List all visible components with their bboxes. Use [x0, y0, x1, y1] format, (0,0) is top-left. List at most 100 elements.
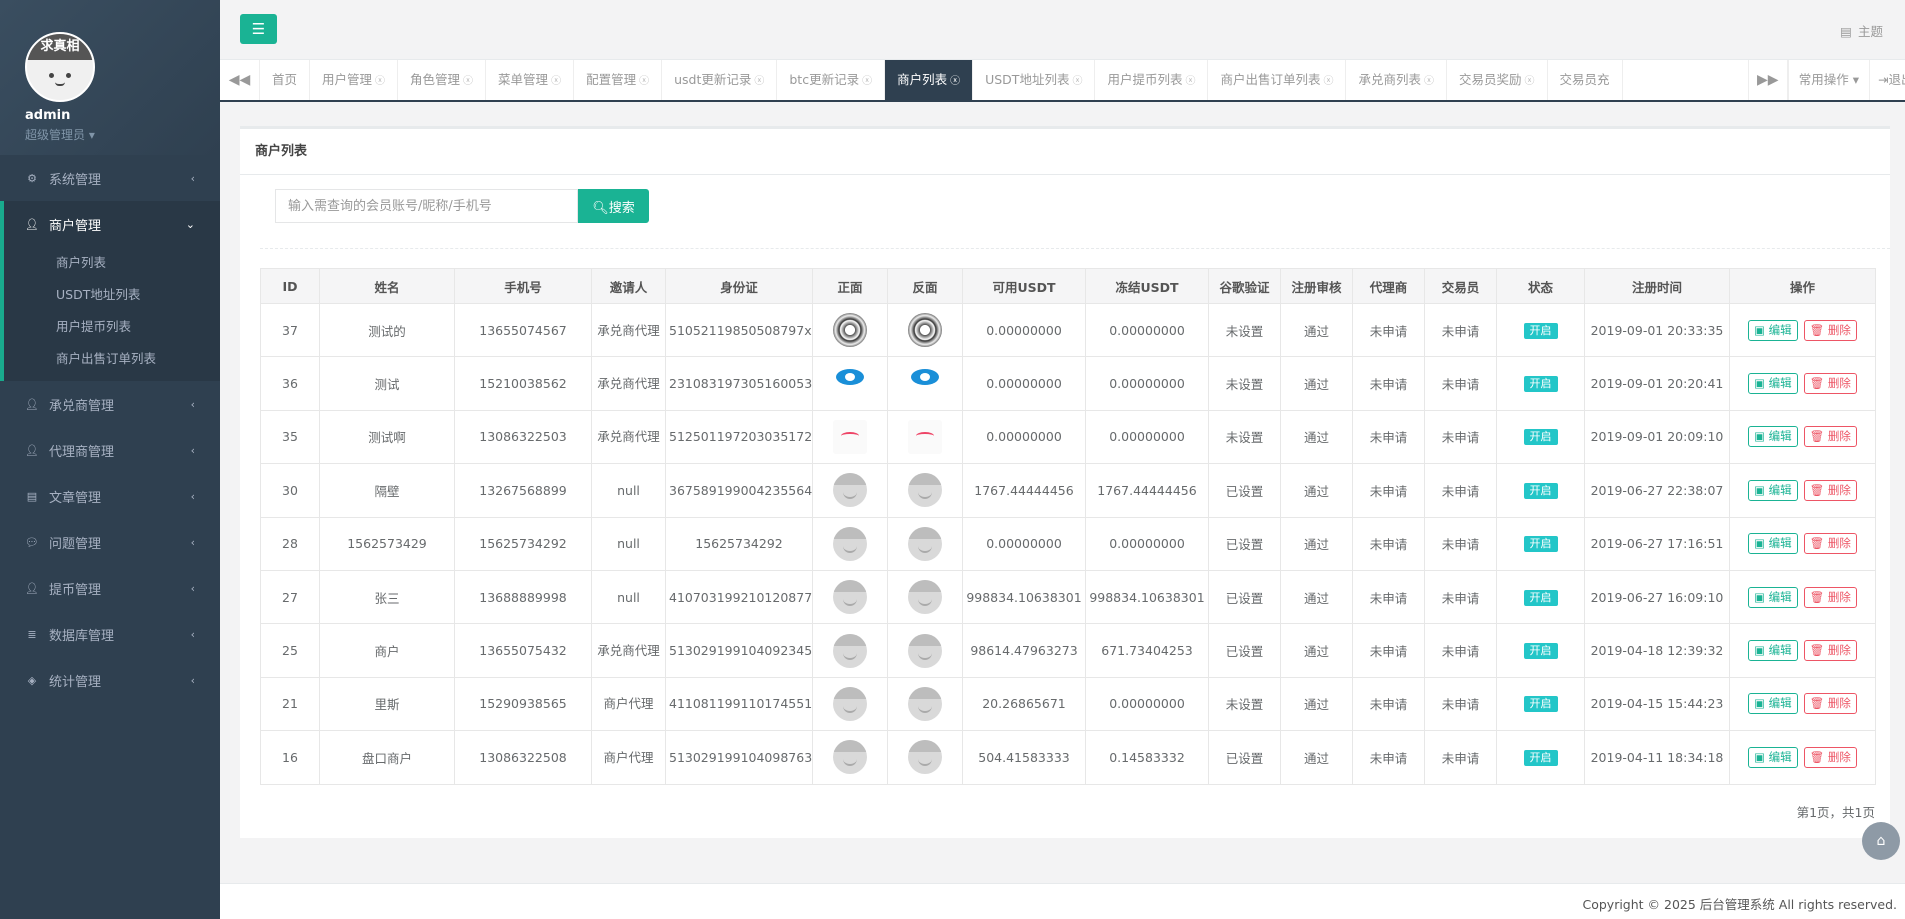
sidebar-item[interactable]: 👤︎ 商户管理 ⌄: [4, 201, 220, 247]
close-icon[interactable]: ⓧ: [950, 76, 960, 87]
home-button[interactable]: ⌂: [1862, 822, 1900, 860]
close-icon[interactable]: ⓧ: [862, 76, 872, 87]
id-front-image[interactable]: [833, 580, 867, 615]
tab-scroll-left-button[interactable]: ◀◀: [220, 60, 260, 100]
sidebar-subitem[interactable]: 商户出售订单列表: [4, 343, 220, 375]
tab[interactable]: 交易员充: [1548, 60, 1623, 100]
delete-button[interactable]: 🗑︎ 删除: [1803, 533, 1857, 555]
edit-button[interactable]: ▣ 编辑: [1748, 479, 1798, 501]
tab[interactable]: 配置管理 ⓧ: [574, 60, 663, 100]
sidebar-item-label: 文章管理: [49, 490, 102, 506]
close-icon[interactable]: ⓧ: [1185, 76, 1195, 87]
id-front-image[interactable]: [833, 313, 867, 348]
close-icon[interactable]: ⓧ: [754, 76, 764, 87]
id-back-image[interactable]: [908, 580, 942, 615]
role-dropdown[interactable]: 超级管理员 ▾: [25, 126, 220, 143]
status-badge[interactable]: 开启: [1523, 696, 1558, 713]
id-front-image[interactable]: [833, 473, 867, 508]
status-badge[interactable]: 开启: [1523, 322, 1558, 339]
sidebar-item[interactable]: 👤︎ 提币管理 ‹: [0, 565, 220, 611]
sidebar-item[interactable]: ≣ 数据库管理 ‹: [0, 611, 220, 657]
id-back-image[interactable]: [908, 686, 942, 721]
status-badge[interactable]: 开启: [1523, 482, 1558, 499]
id-front-image[interactable]: [833, 419, 867, 454]
cell-trader: 未申请: [1424, 569, 1497, 625]
sidebar-item[interactable]: 💬︎ 问题管理 ‹: [0, 519, 220, 565]
close-icon[interactable]: ⓧ: [375, 76, 385, 87]
id-back-image[interactable]: [908, 419, 942, 454]
logout-button[interactable]: ⇥退出: [1869, 60, 1905, 100]
delete-button[interactable]: 🗑︎ 删除: [1803, 746, 1857, 768]
sidebar-item[interactable]: 👤︎ 代理商管理 ‹: [0, 427, 220, 473]
close-icon[interactable]: ⓧ: [551, 76, 561, 87]
tab[interactable]: USDT地址列表 ⓧ: [973, 60, 1096, 100]
delete-button[interactable]: 🗑︎ 删除: [1803, 586, 1857, 608]
sidebar-item[interactable]: 👤︎ 承兑商管理 ‹: [0, 381, 220, 427]
sidebar-subitem[interactable]: 商户列表: [4, 247, 220, 279]
close-icon[interactable]: ⓧ: [1323, 76, 1333, 87]
common-operations-dropdown[interactable]: 常用操作 ▾: [1787, 60, 1869, 100]
tab[interactable]: 商户出售订单列表 ⓧ: [1208, 60, 1347, 100]
id-front-image[interactable]: [833, 366, 867, 401]
tab-label: 承兑商列表: [1358, 72, 1421, 87]
tab[interactable]: 菜单管理 ⓧ: [486, 60, 575, 100]
delete-button[interactable]: 🗑︎ 删除: [1803, 319, 1857, 341]
tab[interactable]: 承兑商列表 ⓧ: [1346, 60, 1447, 100]
delete-button[interactable]: 🗑︎ 删除: [1803, 426, 1857, 448]
id-back-image[interactable]: [908, 366, 942, 401]
tab-label: 用户管理: [322, 72, 373, 87]
close-icon[interactable]: ⓧ: [1424, 76, 1434, 87]
close-icon[interactable]: ⓧ: [1072, 76, 1082, 87]
search-input[interactable]: [275, 189, 578, 223]
status-badge[interactable]: 开启: [1523, 376, 1558, 393]
id-back-image[interactable]: [908, 526, 942, 561]
id-front-image[interactable]: [833, 633, 867, 668]
delete-label: 删除: [1827, 482, 1851, 497]
id-back-image[interactable]: [908, 740, 942, 775]
edit-button[interactable]: ▣ 编辑: [1748, 319, 1798, 341]
delete-button[interactable]: 🗑︎ 删除: [1803, 640, 1857, 662]
id-front-image[interactable]: [833, 686, 867, 721]
menu-toggle-button[interactable]: ☰: [240, 14, 277, 44]
search-button[interactable]: 🔍︎搜索: [578, 189, 649, 223]
avatar[interactable]: 求真相: [25, 32, 95, 102]
tab[interactable]: 交易员奖励 ⓧ: [1447, 60, 1548, 100]
status-badge[interactable]: 开启: [1523, 536, 1558, 553]
status-badge[interactable]: 开启: [1523, 643, 1558, 660]
id-back-image[interactable]: [908, 473, 942, 508]
id-back-image[interactable]: [908, 633, 942, 668]
tab-scroll-right-button[interactable]: ▶▶: [1747, 60, 1788, 100]
close-icon[interactable]: ⓧ: [463, 76, 473, 87]
tab[interactable]: usdt更新记录 ⓧ: [662, 60, 778, 100]
tab[interactable]: btc更新记录 ⓧ: [777, 60, 886, 100]
edit-button[interactable]: ▣ 编辑: [1748, 373, 1798, 395]
edit-button[interactable]: ▣ 编辑: [1748, 746, 1798, 768]
id-front-image[interactable]: [833, 526, 867, 561]
sidebar-subitem[interactable]: 用户提币列表: [4, 311, 220, 343]
delete-button[interactable]: 🗑︎ 删除: [1803, 373, 1857, 395]
tab[interactable]: 首页: [260, 60, 311, 100]
status-badge[interactable]: 开启: [1523, 589, 1558, 606]
tab[interactable]: 用户管理 ⓧ: [310, 60, 399, 100]
sidebar-item[interactable]: ▤ 文章管理 ‹: [0, 473, 220, 519]
sidebar-item[interactable]: ⚙ 系统管理 ‹: [0, 155, 220, 201]
delete-button[interactable]: 🗑︎ 删除: [1803, 479, 1857, 501]
id-front-image[interactable]: [833, 740, 867, 775]
edit-button[interactable]: ▣ 编辑: [1748, 426, 1798, 448]
edit-button[interactable]: ▣ 编辑: [1748, 693, 1798, 715]
tab[interactable]: 用户提币列表 ⓧ: [1095, 60, 1209, 100]
id-back-image[interactable]: [908, 313, 942, 348]
close-icon[interactable]: ⓧ: [639, 76, 649, 87]
status-badge[interactable]: 开启: [1523, 749, 1558, 766]
edit-button[interactable]: ▣ 编辑: [1748, 640, 1798, 662]
status-badge[interactable]: 开启: [1523, 429, 1558, 446]
tab[interactable]: 角色管理 ⓧ: [398, 60, 487, 100]
edit-button[interactable]: ▣ 编辑: [1748, 533, 1798, 555]
edit-button[interactable]: ▣ 编辑: [1748, 586, 1798, 608]
sidebar-item[interactable]: ◈ 统计管理 ‹: [0, 657, 220, 703]
delete-button[interactable]: 🗑︎ 删除: [1803, 693, 1857, 715]
close-icon[interactable]: ⓧ: [1525, 76, 1535, 87]
tab[interactable]: 商户列表 ⓧ: [885, 60, 974, 100]
theme-switch[interactable]: ▤ 主题: [1840, 21, 1883, 40]
sidebar-subitem[interactable]: USDT地址列表: [4, 279, 220, 311]
